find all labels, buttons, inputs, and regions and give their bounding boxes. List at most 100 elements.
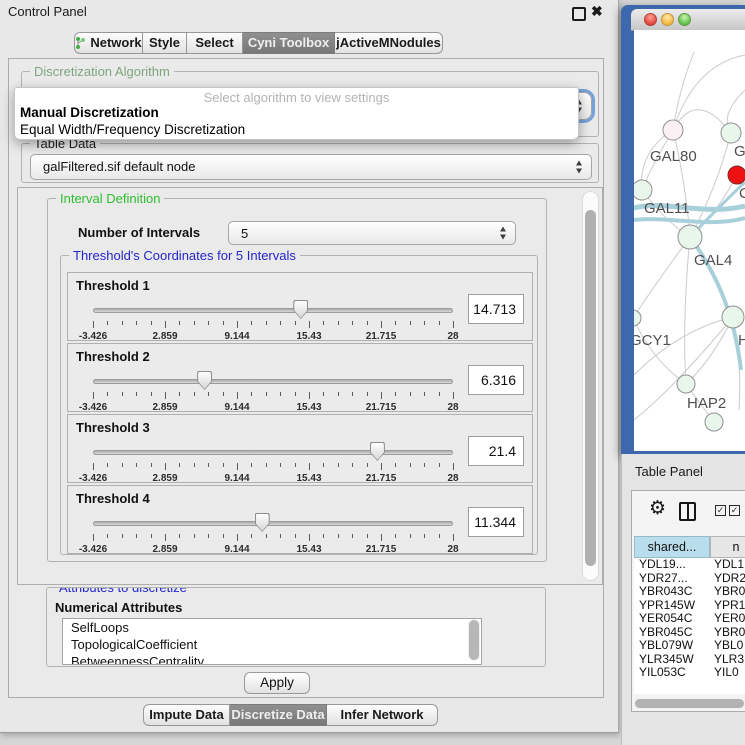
attribute-item-topologicalcoefficient[interactable]: TopologicalCoefficient [63, 636, 481, 653]
column-header-name[interactable]: n [710, 536, 745, 558]
tab-impute-data[interactable]: Impute Data [143, 704, 230, 726]
minimize-traffic-light[interactable] [661, 13, 674, 26]
tab-jactivemnodules[interactable]: jActiveMNodules [335, 32, 443, 54]
table-panel-title: Table Panel [635, 464, 703, 479]
slider-thumb[interactable] [255, 513, 270, 532]
network-node-gcy1[interactable] [634, 310, 641, 326]
network-node-gal4[interactable] [678, 225, 702, 249]
table-row[interactable]: YPR145WYPR1 [634, 599, 745, 613]
network-edge [685, 237, 690, 384]
slider-tick [179, 463, 180, 467]
vertical-scrollbar[interactable] [582, 191, 599, 581]
slider-tick [151, 321, 152, 325]
slider-tick [194, 463, 195, 467]
node-label: H [738, 332, 745, 349]
network-node-h[interactable] [722, 306, 744, 328]
threshold-value-field[interactable]: 6.316 [468, 365, 524, 395]
slider-tick [223, 463, 224, 467]
tab-label: jActiveMNodules [336, 33, 441, 53]
slider-track[interactable] [93, 308, 453, 313]
threshold-slider[interactable]: -3.4262.8599.14415.4321.71528 [93, 442, 453, 482]
column-header-shared-name[interactable]: shared... [634, 536, 710, 558]
slider-tick [410, 392, 411, 396]
apply-button[interactable]: Apply [244, 672, 310, 694]
scrollbar-thumb[interactable] [635, 699, 744, 708]
slider-tick [323, 463, 324, 467]
table-row[interactable]: YDL19...YDL1 [634, 558, 745, 572]
slider-tick [338, 534, 339, 538]
table-row[interactable]: YIL053CYIL0 [634, 666, 745, 680]
attribute-item-selfloops[interactable]: SelfLoops [63, 619, 481, 636]
threshold-slider[interactable]: -3.4262.8599.14415.4321.71528 [93, 371, 453, 411]
tab-select[interactable]: Select [187, 32, 243, 54]
threshold-slider[interactable]: -3.4262.8599.14415.4321.71528 [93, 513, 453, 553]
table-row[interactable]: YER054CYER0 [634, 612, 745, 626]
tab-style[interactable]: Style [143, 32, 187, 54]
table-row[interactable]: YDR27...YDR2 [634, 572, 745, 586]
slider-track[interactable] [93, 521, 453, 526]
threshold-value-field[interactable]: 11.344 [468, 507, 524, 537]
threshold-slider[interactable]: -3.4262.8599.14415.4321.71528 [93, 300, 453, 340]
list-scrollbar[interactable] [468, 619, 480, 661]
cell-shared-name: YPR145W [639, 599, 695, 613]
float-window-icon[interactable] [572, 7, 586, 21]
threshold-value-field[interactable]: 21.4 [468, 436, 524, 466]
gear-icon[interactable]: ⚙ [649, 497, 666, 519]
slider-tick-label: 2.859 [135, 544, 195, 555]
slider-tick [93, 463, 94, 470]
network-node-g[interactable] [721, 123, 741, 143]
split-columns-icon[interactable] [679, 502, 696, 521]
number-of-intervals-combo[interactable]: 5 [228, 221, 516, 245]
table-row[interactable]: YBL079WYBL0 [634, 639, 745, 653]
node-label: GAL4 [694, 252, 732, 269]
slider-tick [122, 392, 123, 396]
table-row[interactable]: YBR045CYBR0 [634, 626, 745, 640]
slider-tick [309, 534, 310, 541]
scrollbar-thumb[interactable] [585, 210, 596, 566]
attribute-item-betweennesscentrality[interactable]: BetweennessCentrality [63, 653, 481, 665]
close-traffic-light[interactable] [644, 13, 657, 26]
cell-name: YER0 [714, 612, 745, 626]
slider-track[interactable] [93, 379, 453, 384]
table-rows: YDL19...YDL1YDR27...YDR2YBR043CYBR0YPR14… [634, 558, 745, 694]
scrollbar-thumb[interactable] [469, 620, 479, 660]
cell-name: YDL1 [714, 558, 744, 572]
dropdown-item-manual-discretization[interactable]: Manual Discretization [20, 105, 159, 120]
node-label: GAL11 [644, 200, 690, 217]
zoom-traffic-light[interactable] [678, 13, 691, 26]
slider-thumb[interactable] [370, 442, 385, 461]
slider-tick-label: 9.144 [207, 473, 267, 484]
tab-discretize-data[interactable]: Discretize Data [230, 704, 327, 726]
tab-network[interactable]: Network [74, 32, 143, 54]
slider-tick [266, 392, 267, 396]
slider-thumb[interactable] [293, 300, 308, 319]
network-window-titlebar[interactable] [631, 9, 745, 31]
network-node-gal11[interactable] [634, 180, 652, 200]
network-node-gal80[interactable] [663, 120, 683, 140]
table-row[interactable]: YLR345WYLR3 [634, 653, 745, 667]
slider-tick [323, 321, 324, 325]
horizontal-scrollbar[interactable] [634, 698, 745, 709]
slider-tick [410, 534, 411, 538]
checkbox-icon[interactable]: ✓ [715, 505, 726, 516]
network-node-c[interactable] [728, 166, 745, 184]
slider-thumb[interactable] [197, 371, 212, 390]
close-icon[interactable]: ✖ [591, 3, 603, 20]
network-node[interactable] [705, 413, 723, 431]
slider-track[interactable] [93, 450, 453, 455]
slider-tick [266, 534, 267, 538]
numerical-attributes-list[interactable]: SelfLoopsTopologicalCoefficientBetweenne… [62, 618, 482, 665]
threshold-value-field[interactable]: 14.713 [468, 294, 524, 324]
dropdown-item-equal-width-frequency-discretization[interactable]: Equal Width/Frequency Discretization [20, 122, 245, 137]
slider-tick [237, 463, 238, 470]
table-data-combo[interactable]: galFiltered.sif default node [30, 154, 592, 180]
network-node-hap2[interactable] [677, 375, 695, 393]
checkbox-icon[interactable]: ✓ [729, 505, 740, 516]
threshold-label: Threshold 2 [76, 349, 150, 364]
table-row[interactable]: YBR043CYBR0 [634, 585, 745, 599]
network-edge [673, 55, 745, 130]
slider-tick [367, 321, 368, 325]
network-canvas[interactable]: GAL80GCGAL11GAL4GCY1HHAP2 [634, 30, 745, 451]
tab-cyni-toolbox[interactable]: Cyni Toolbox [243, 32, 335, 54]
tab-infer-network[interactable]: Infer Network [327, 704, 438, 726]
